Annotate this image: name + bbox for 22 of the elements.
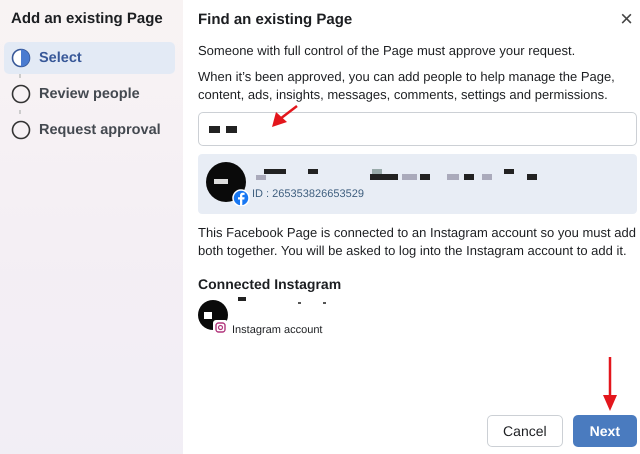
account-type-text: Instagram account (232, 324, 324, 336)
next-button[interactable]: Next (572, 415, 637, 447)
sidebar-title: Add an existing Page (11, 10, 164, 27)
page-result-item[interactable]: ID : 265353826653529 (198, 154, 637, 214)
search-field[interactable] (198, 112, 637, 146)
dialog-title: Find an existing Page (198, 10, 352, 28)
step-item[interactable]: Select (4, 42, 175, 74)
annotation-arrow (602, 356, 618, 412)
section-heading: Connected Instagram (198, 276, 342, 292)
info-text: Someone with full control of the Page must approve your request. (198, 42, 576, 60)
notice-text: This Facebook Page is connected to an Instagram account so you must add both together. You will be asked to log into the Instagram account to add it. (198, 224, 637, 260)
half-circle-icon (11, 48, 31, 68)
cancel-button[interactable]: Cancel (487, 415, 563, 447)
circle-icon (11, 84, 31, 104)
info-text: When it’s been approved, you can add people to help manage the Page, content, ads, insights, messages, comments, settings and permissions. (198, 68, 616, 104)
annotation-arrow (271, 104, 299, 128)
step-item[interactable]: Review people (4, 78, 175, 110)
avatar-icon (206, 162, 250, 206)
circle-icon (11, 120, 31, 140)
step-item[interactable]: Request approval (4, 114, 175, 146)
close-button[interactable]: × (616, 10, 637, 28)
page-id-text: ID : 265353826653529 (252, 188, 365, 200)
